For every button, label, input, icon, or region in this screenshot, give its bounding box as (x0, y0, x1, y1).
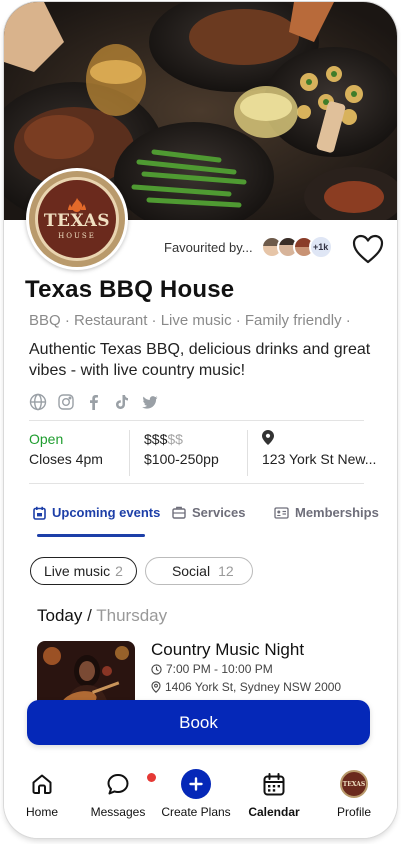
logo-text-bottom: HOUSE (58, 232, 96, 240)
filter-chip-live-music[interactable]: Live music 2 (30, 557, 137, 585)
venue-title: Texas BBQ House (25, 276, 235, 303)
day-today: Today (37, 606, 83, 625)
location-pin-icon (151, 681, 161, 693)
avatar: TEXAS (340, 770, 368, 798)
chip-count: 12 (218, 563, 234, 579)
nav-label: Home (25, 805, 58, 819)
address-column[interactable]: 123 York St New... (247, 430, 377, 476)
venue-tags: BBQ · Restaurant · Live music · Family f… (29, 312, 351, 329)
closing-time: Closes 4pm (29, 451, 103, 467)
event-time: 7:00 PM - 10:00 PM (151, 662, 273, 676)
home-icon (32, 774, 52, 794)
day-separator: / (87, 606, 92, 625)
event-location: 1406 York St, Sydney NSW 2000 (151, 680, 341, 694)
nav-home[interactable]: Home (4, 768, 80, 819)
event-location-text: 1406 York St, Sydney NSW 2000 (165, 680, 342, 694)
heart-icon[interactable] (352, 234, 384, 264)
nav-label: Profile (336, 805, 371, 819)
day-header: Today / Thursday (37, 606, 167, 626)
venue-logo: TEXAS HOUSE (26, 168, 128, 270)
chat-icon (107, 774, 129, 795)
favourited-label: Favourited by... (164, 239, 253, 255)
phone-frame: TEXAS HOUSE Favourited by... +1k Texas B… (4, 2, 397, 838)
calendar-icon (33, 506, 46, 520)
tiktok-icon[interactable] (113, 393, 131, 411)
hours-column: Open Closes 4pm (29, 430, 129, 476)
price-level: $$$$$ (144, 430, 239, 448)
plus-icon (181, 769, 211, 799)
venue-tabs: Upcoming events Services Memberships (29, 505, 379, 539)
tab-label: Services (192, 505, 246, 520)
book-button[interactable]: Book (27, 700, 370, 745)
chip-label: Live music (44, 563, 111, 579)
divider (29, 483, 364, 484)
avatar-stack: +1k (260, 235, 333, 259)
day-weekday: Thursday (96, 606, 168, 625)
nav-profile[interactable]: TEXAS Profile (316, 768, 392, 819)
venue-description: Authentic Texas BBQ, delicious drinks an… (29, 341, 371, 379)
logo-text-top: TEXAS (342, 780, 366, 788)
facebook-icon[interactable] (85, 393, 103, 411)
event-time-text: 7:00 PM - 10:00 PM (166, 662, 273, 676)
clock-icon (151, 663, 162, 675)
nav-label: Create Plans (161, 805, 231, 819)
chip-label: Social (171, 563, 211, 579)
event-title: Country Music Night (151, 640, 305, 659)
open-status: Open (29, 431, 64, 447)
briefcase-icon (172, 506, 186, 519)
flame-icon (68, 198, 86, 212)
logo-text-top: TEXAS (43, 211, 111, 231)
price-column: $$$$$ $100-250pp (129, 430, 247, 476)
info-row: Open Closes 4pm $$$$$ $100-250pp 123 Yor… (29, 430, 377, 476)
bottom-nav: Home Messages Create Plans Calendar TEXA… (4, 760, 397, 838)
tab-label: Upcoming events (52, 505, 161, 520)
id-card-icon (274, 506, 289, 519)
globe-icon[interactable] (29, 393, 47, 411)
price-level-inactive: $$ (167, 431, 183, 447)
price-level-active: $$$ (144, 431, 168, 447)
price-range: $100-250pp (144, 451, 219, 467)
notification-dot (147, 773, 156, 782)
tab-memberships[interactable]: Memberships (274, 505, 379, 520)
chip-count: 2 (115, 563, 123, 579)
event-filters: Live music 2 Social 12 (30, 557, 253, 585)
nav-calendar[interactable]: Calendar (236, 768, 312, 819)
instagram-icon[interactable] (57, 393, 75, 411)
divider (29, 420, 364, 421)
nav-create-plans[interactable]: Create Plans (158, 768, 234, 819)
address-text: 123 York St New... (262, 451, 377, 467)
favourited-by[interactable]: Favourited by... +1k (164, 235, 333, 259)
nav-label: Messages (90, 805, 146, 819)
calendar-icon (263, 772, 285, 795)
tab-services[interactable]: Services (172, 505, 246, 520)
tab-upcoming-events[interactable]: Upcoming events (33, 505, 160, 520)
nav-label: Calendar (248, 805, 300, 819)
location-pin-icon (262, 430, 274, 445)
twitter-icon[interactable] (141, 393, 159, 411)
avatar-more-count: +1k (308, 235, 333, 259)
active-tab-indicator (37, 534, 145, 537)
filter-chip-social[interactable]: Social 12 (144, 557, 253, 585)
tab-label: Memberships (295, 505, 379, 520)
social-links (29, 393, 159, 411)
nav-messages[interactable]: Messages (80, 768, 156, 819)
